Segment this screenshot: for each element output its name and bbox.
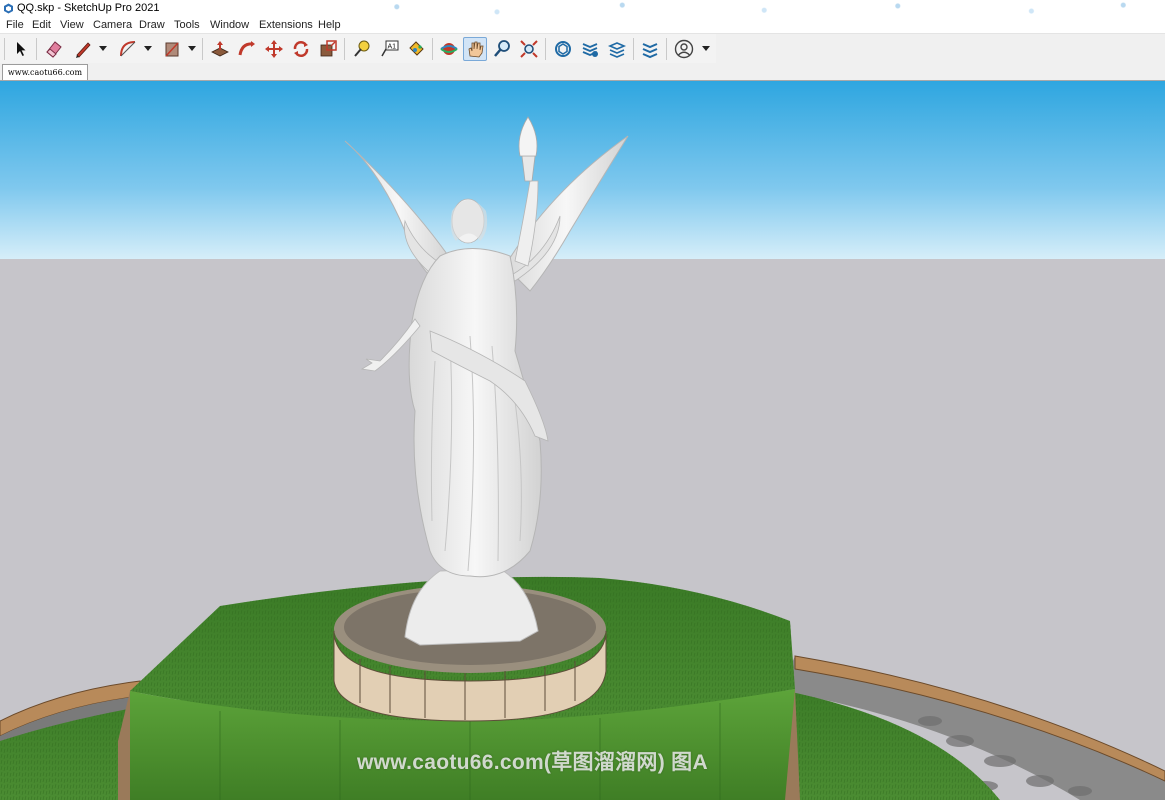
scene-render: [0, 81, 1165, 800]
toolbar-separator: [666, 38, 667, 60]
text-a1-icon: A1: [381, 40, 399, 57]
rotate-tool-button[interactable]: [289, 37, 313, 61]
text-tool-button[interactable]: A1: [377, 37, 401, 61]
push-pull-icon: [211, 41, 229, 57]
sky: [0, 81, 1165, 259]
account-button[interactable]: [672, 37, 696, 61]
svg-text:A1: A1: [388, 44, 397, 51]
zoom-extents-tool-button[interactable]: [517, 37, 541, 61]
pan-tool-button[interactable]: [463, 37, 487, 61]
menu-view[interactable]: View: [60, 17, 84, 33]
eraser-tool-button[interactable]: [42, 37, 66, 61]
user-circle-icon: [674, 39, 694, 59]
arc-tool-button[interactable]: [116, 37, 140, 61]
scene-tab-strip: www.caotu66.com: [0, 63, 1165, 81]
layout-icon: [607, 42, 627, 58]
line-tool-dropdown[interactable]: [99, 46, 107, 51]
tape-measure-icon: [354, 40, 370, 57]
main-toolbar: A1: [0, 34, 716, 63]
zoom-extents-icon: [520, 40, 538, 58]
magnifier-icon: [494, 40, 510, 57]
paint-bucket-tool-button[interactable]: [404, 37, 428, 61]
move-tool-button[interactable]: [262, 37, 286, 61]
menu-bar: File Edit View Camera Draw Tools Window …: [0, 17, 1165, 34]
menu-tools[interactable]: Tools: [174, 17, 200, 33]
toolbar-separator: [36, 38, 37, 60]
orbit-tool-button[interactable]: [437, 37, 461, 61]
model-viewport[interactable]: [0, 81, 1165, 800]
extension-warehouse-button[interactable]: [578, 37, 602, 61]
title-bar: QQ.skp - SketchUp Pro 2021: [0, 0, 1165, 17]
menu-camera[interactable]: Camera: [93, 17, 132, 33]
toolbar-grip: [4, 38, 5, 60]
extension-warehouse-icon: [582, 43, 598, 57]
tape-measure-tool-button[interactable]: [350, 37, 374, 61]
toolbar-separator: [344, 38, 345, 60]
pencil-icon: [76, 42, 91, 58]
follow-me-icon: [238, 41, 255, 56]
sketchup-app-icon: [4, 3, 13, 14]
toolbar-separator: [545, 38, 546, 60]
follow-me-tool-button[interactable]: [235, 37, 259, 61]
rectangle-tool-dropdown[interactable]: [188, 46, 196, 51]
menu-file[interactable]: File: [6, 17, 24, 33]
hand-icon: [468, 41, 484, 58]
eraser-icon: [46, 41, 62, 58]
extension-manager-button[interactable]: [638, 37, 662, 61]
menu-extensions[interactable]: Extensions: [259, 17, 313, 33]
layout-send-button[interactable]: [605, 37, 629, 61]
orbit-icon: [440, 43, 458, 55]
warehouse-icon: [555, 41, 571, 57]
arc-icon: [120, 41, 136, 57]
line-tool-button[interactable]: [71, 37, 95, 61]
menu-help[interactable]: Help: [318, 17, 341, 33]
scale-tool-button[interactable]: [316, 37, 340, 61]
toolbar-separator: [633, 38, 634, 60]
extension-manager-icon: [642, 43, 658, 59]
title-bar-decoration: [330, 0, 1165, 17]
menu-draw[interactable]: Draw: [139, 17, 165, 33]
paint-bucket-icon: [409, 41, 424, 56]
push-pull-tool-button[interactable]: [208, 37, 232, 61]
toolbar-separator: [432, 38, 433, 60]
account-dropdown[interactable]: [702, 46, 710, 51]
scene-tab[interactable]: www.caotu66.com: [2, 64, 88, 80]
zoom-tool-button[interactable]: [490, 37, 514, 61]
3d-warehouse-button[interactable]: [551, 37, 575, 61]
rectangle-icon: [165, 42, 179, 57]
menu-edit[interactable]: Edit: [32, 17, 51, 33]
arc-tool-dropdown[interactable]: [144, 46, 152, 51]
scale-icon: [320, 40, 337, 57]
menu-window[interactable]: Window: [210, 17, 249, 33]
cursor-arrow-icon: [17, 42, 26, 56]
select-tool-button[interactable]: [9, 37, 33, 61]
move-arrows-icon: [265, 40, 283, 58]
window-title: QQ.skp - SketchUp Pro 2021: [17, 2, 160, 14]
toolbar-separator: [202, 38, 203, 60]
rotate-icon: [293, 41, 309, 57]
watermark-text: www.caotu66.com(草图溜溜网) 图A: [357, 751, 708, 774]
rectangle-tool-button[interactable]: [160, 37, 184, 61]
